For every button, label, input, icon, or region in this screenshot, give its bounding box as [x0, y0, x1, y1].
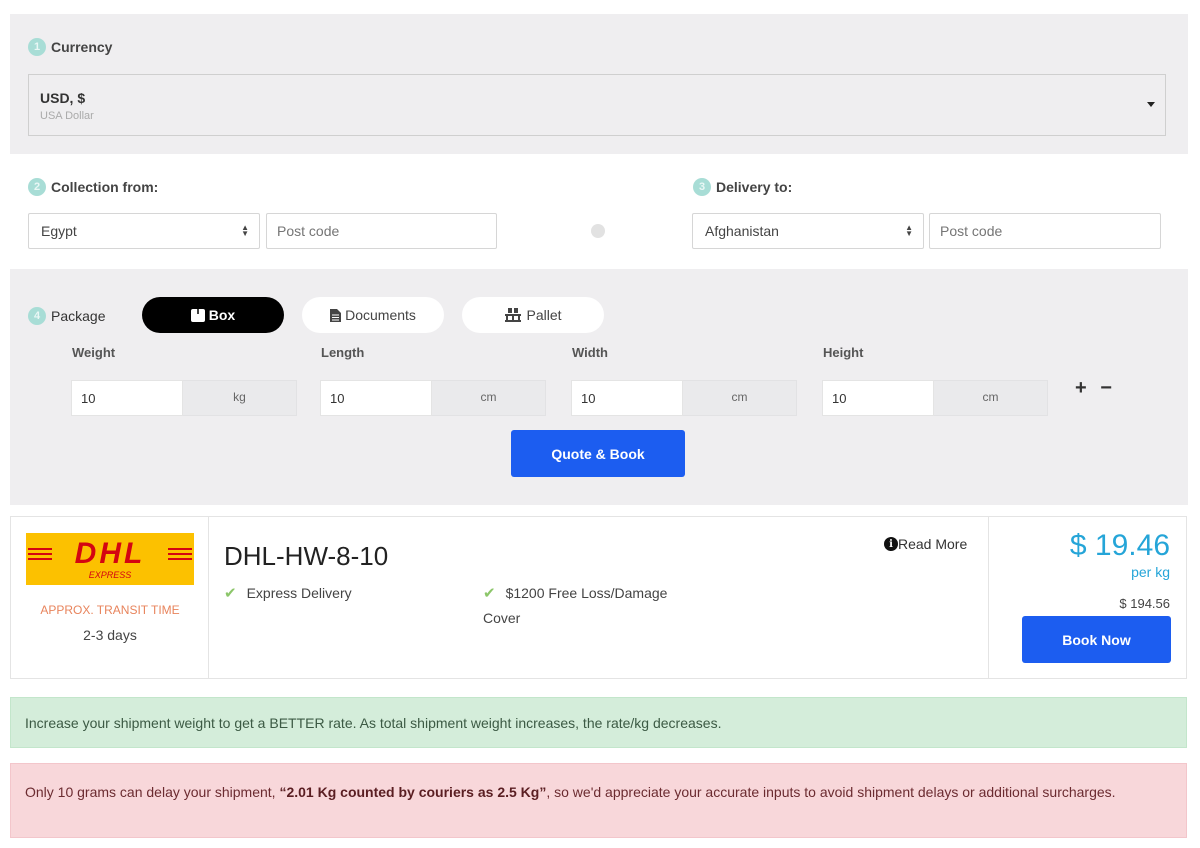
package-type-label: Box — [208, 307, 236, 323]
package-type-pallet[interactable]: Pallet — [462, 297, 604, 333]
service-name: DHL-HW-8-10 — [224, 541, 389, 571]
delivery-country-select[interactable]: Afghanistan ▲ ▼ — [692, 213, 924, 249]
feature-loss-cover-continued: Cover — [483, 610, 521, 626]
add-package-button[interactable]: + — [1075, 377, 1087, 399]
package-row-controls: + − — [1075, 377, 1120, 400]
length-unit: cm — [432, 380, 546, 416]
check-icon: ✔ — [224, 585, 237, 602]
carrier-column: DHL EXPRESS APPROX. TRANSIT TIME 2-3 day… — [11, 517, 209, 678]
collection-label: 2 Collection from: — [28, 178, 158, 196]
feature-text: $1200 Free Loss/Damage — [505, 585, 668, 601]
transit-time-label: APPROX. TRANSIT TIME — [40, 603, 180, 617]
price-per-kg: $ 19.46 — [1069, 529, 1170, 562]
width-input[interactable] — [571, 380, 683, 416]
price-total: $ 194.56 — [1119, 596, 1170, 611]
price-column: $ 19.46 per kg $ 194.56 Book Now — [988, 517, 1186, 678]
check-icon: ✔ — [483, 585, 496, 602]
caret-down-icon — [1147, 102, 1155, 107]
weight-unit: kg — [183, 380, 297, 416]
currency-select[interactable]: USD, $ USA Dollar — [28, 74, 1166, 136]
read-more-text: Read More — [898, 536, 968, 552]
delivery-label-text: Delivery to: — [716, 179, 793, 195]
pallet-icon — [505, 308, 522, 322]
remove-package-button[interactable]: − — [1100, 377, 1112, 399]
width-field-group: cm — [571, 380, 797, 416]
collection-country-value: Egypt — [41, 223, 77, 239]
read-more-link[interactable]: i Read More — [884, 536, 967, 552]
accuracy-warning-alert: Only 10 grams can delay your shipment, “… — [10, 763, 1187, 838]
weight-input[interactable] — [71, 380, 183, 416]
swap-icon[interactable] — [591, 224, 605, 238]
quote-result-card: DHL EXPRESS APPROX. TRANSIT TIME 2-3 day… — [10, 516, 1187, 679]
transit-time-value: 2-3 days — [83, 627, 137, 643]
delivery-postcode-input[interactable] — [929, 213, 1161, 249]
info-icon: i — [884, 537, 898, 551]
dhl-logo-subtext: EXPRESS — [88, 570, 132, 580]
height-field-group: cm — [822, 380, 1048, 416]
feature-loss-cover: ✔ $1200 Free Loss/Damage — [483, 584, 667, 602]
width-label: Width — [572, 345, 608, 360]
height-label: Height — [823, 345, 864, 360]
length-field-group: cm — [320, 380, 546, 416]
step-badge: 2 — [28, 178, 46, 196]
package-type-box[interactable]: Box — [142, 297, 284, 333]
weight-label: Weight — [72, 345, 116, 360]
height-unit: cm — [934, 380, 1048, 416]
quote-and-book-button[interactable]: Quote & Book — [511, 430, 685, 477]
package-label: 4 Package — [28, 307, 105, 325]
document-icon — [330, 308, 342, 322]
currency-label-text: Currency — [51, 39, 113, 55]
warning-text-suffix: , so we'd appreciate your accurate input… — [546, 784, 1116, 800]
select-arrows-icon: ▲ ▼ — [905, 223, 913, 238]
box-icon — [190, 308, 205, 322]
dhl-logo: DHL EXPRESS — [26, 533, 194, 585]
collection-country-select[interactable]: Egypt ▲ ▼ — [28, 213, 260, 249]
delivery-country-value: Afghanistan — [705, 223, 779, 239]
package-section: 4 Package Box Documents Pallet Weight Le… — [10, 269, 1188, 505]
step-badge: 3 — [693, 178, 711, 196]
package-type-label: Pallet — [526, 307, 562, 323]
delivery-label: 3 Delivery to: — [693, 178, 792, 196]
weight-rate-alert: Increase your shipment weight to get a B… — [10, 697, 1187, 748]
select-arrows-icon: ▲ ▼ — [241, 223, 249, 238]
currency-label: 1 Currency — [28, 38, 112, 56]
package-type-label: Documents — [345, 307, 416, 323]
length-input[interactable] — [320, 380, 432, 416]
warning-text-prefix: Only 10 grams can delay your shipment, — [25, 784, 280, 800]
length-label: Length — [321, 345, 365, 360]
feature-express-delivery: ✔ Express Delivery — [224, 584, 352, 602]
dhl-logo-text: DHL — [74, 537, 146, 570]
warning-text-bold: “2.01 Kg counted by couriers as 2.5 Kg” — [279, 784, 547, 800]
step-badge: 4 — [28, 307, 46, 325]
package-label-text: Package — [51, 308, 106, 324]
currency-selected-code: USD, $ — [40, 90, 86, 106]
book-now-button[interactable]: Book Now — [1022, 616, 1171, 663]
step-badge: 1 — [28, 38, 46, 56]
height-input[interactable] — [822, 380, 934, 416]
weight-field-group: kg — [71, 380, 297, 416]
collection-postcode-input[interactable] — [266, 213, 497, 249]
width-unit: cm — [683, 380, 797, 416]
currency-section: 1 Currency USD, $ USA Dollar — [10, 14, 1188, 154]
package-type-documents[interactable]: Documents — [302, 297, 444, 333]
route-section: 2 Collection from: Egypt ▲▼ 3 Delivery t… — [10, 154, 1188, 269]
feature-text: Express Delivery — [246, 585, 352, 601]
per-kg-label: per kg — [1131, 564, 1170, 580]
currency-selected-name: USA Dollar — [40, 110, 94, 122]
collection-label-text: Collection from: — [51, 179, 159, 195]
